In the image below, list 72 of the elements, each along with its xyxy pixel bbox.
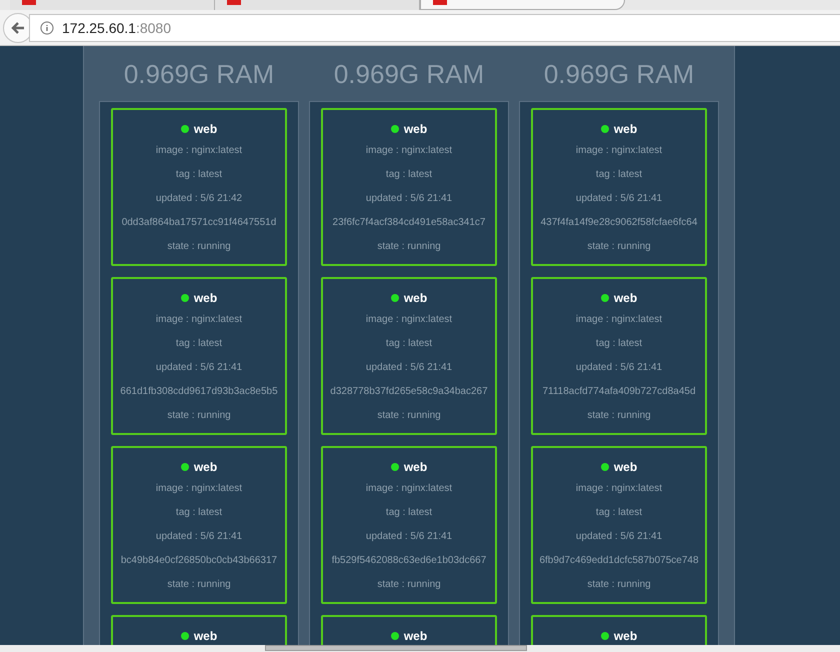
container-state: state : running bbox=[167, 578, 231, 592]
container-id: 71118acfd774afa409b727cd8a45d bbox=[542, 384, 696, 398]
address-field[interactable]: 172.25.60.1:8080 bbox=[29, 14, 840, 42]
ram-label: 0.969G RAM bbox=[122, 58, 276, 91]
info-icon bbox=[40, 20, 54, 34]
container-image: image : nginx:latest bbox=[156, 482, 242, 496]
container-id: 23f6fc7f4acf384cd491e58ac341c7 bbox=[332, 216, 486, 230]
container-state: state : running bbox=[377, 240, 441, 254]
container-tag: tag : latest bbox=[386, 331, 432, 355]
container-id: fb529f5462088c63ed6e1b03dc667 bbox=[332, 554, 486, 568]
container-image: image : nginx:latest bbox=[576, 312, 662, 326]
scrollbar-thumb[interactable] bbox=[265, 645, 527, 651]
browser-tab[interactable] bbox=[215, 0, 420, 10]
container-tag: tag : latest bbox=[176, 500, 222, 524]
favicon-icon bbox=[22, 0, 36, 5]
container-tag: tag : latest bbox=[386, 500, 432, 524]
container-name: web bbox=[404, 291, 428, 305]
container-updated: updated : 5/6 21:41 bbox=[576, 192, 662, 206]
browser-tab[interactable] bbox=[10, 0, 215, 10]
container-image: image : nginx:latest bbox=[366, 482, 452, 496]
container-name: web bbox=[194, 629, 218, 643]
container-tag: tag : latest bbox=[176, 162, 222, 186]
container-id: 0dd3af864ba17571cc91f4647551d bbox=[122, 216, 276, 230]
container-updated: updated : 5/6 21:41 bbox=[156, 360, 242, 374]
container-state: state : running bbox=[587, 408, 651, 422]
container-tag: tag : latest bbox=[596, 162, 642, 186]
back-arrow-icon bbox=[10, 20, 26, 36]
container-image: image : nginx:latest bbox=[156, 144, 242, 158]
container-updated: updated : 5/6 21:42 bbox=[156, 192, 242, 206]
container-state: state : running bbox=[377, 408, 441, 422]
container-state: state : running bbox=[167, 240, 231, 254]
container-image: image : nginx:latest bbox=[366, 312, 452, 326]
container-image: image : nginx:latest bbox=[576, 144, 662, 158]
container-state: state : running bbox=[167, 408, 231, 422]
container-updated: updated : 5/6 21:41 bbox=[366, 360, 452, 374]
favicon-icon bbox=[227, 0, 241, 5]
container-state: state : running bbox=[587, 240, 651, 254]
container-name: web bbox=[614, 629, 638, 643]
container-name: web bbox=[614, 291, 638, 305]
container-updated: updated : 5/6 21:41 bbox=[366, 192, 452, 206]
ram-label: 0.969G RAM bbox=[542, 58, 696, 91]
container-image: image : nginx:latest bbox=[366, 144, 452, 158]
container-id: 6fb9d7c469edd1dcfc587b075ce748 bbox=[539, 554, 699, 568]
container-name: web bbox=[614, 122, 638, 136]
container-updated: updated : 5/6 21:41 bbox=[576, 360, 662, 374]
container-id: 661d1fb308cdd9617d93b3ac8e5b5 bbox=[120, 384, 278, 398]
container-id: 437f4fa14f9e28c9062f58fcfae6fc64 bbox=[540, 216, 698, 230]
container-image: image : nginx:latest bbox=[576, 482, 662, 496]
container-name: web bbox=[404, 122, 428, 136]
container-tag: tag : latest bbox=[386, 162, 432, 186]
url-port: :8080 bbox=[136, 20, 172, 36]
container-state: state : running bbox=[377, 578, 441, 592]
container-name: web bbox=[404, 629, 428, 643]
container-name: web bbox=[404, 460, 428, 474]
container-updated: updated : 5/6 21:41 bbox=[156, 530, 242, 544]
browser-tab[interactable] bbox=[420, 0, 625, 10]
container-tag: tag : latest bbox=[596, 500, 642, 524]
container-image: image : nginx:latest bbox=[156, 312, 242, 326]
container-name: web bbox=[614, 460, 638, 474]
container-name: web bbox=[194, 291, 218, 305]
container-state: state : running bbox=[587, 578, 651, 592]
url-host: 172.25.60.1 bbox=[62, 20, 136, 36]
favicon-icon bbox=[433, 0, 447, 5]
container-tag: tag : latest bbox=[176, 331, 222, 355]
ram-label: 0.969G RAM bbox=[332, 58, 486, 91]
container-tag: tag : latest bbox=[596, 331, 642, 355]
container-name: web bbox=[194, 122, 218, 136]
container-id: bc49b84e0cf26850bc0cb43b66317 bbox=[120, 554, 278, 568]
container-updated: updated : 5/6 21:41 bbox=[366, 530, 452, 544]
container-name: web bbox=[194, 460, 218, 474]
container-id: d328778b37fd265e58c9a34bac267 bbox=[330, 384, 488, 398]
container-updated: updated : 5/6 21:41 bbox=[576, 530, 662, 544]
